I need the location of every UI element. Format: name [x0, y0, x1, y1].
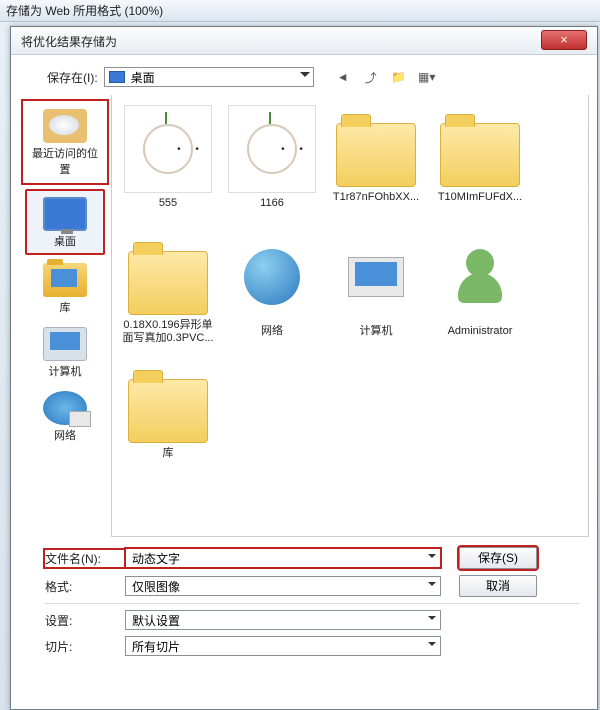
- file-name: 0.18X0.196异形单面写真加0.3PVC...: [118, 319, 218, 345]
- slices-value: 所有切片: [132, 638, 180, 655]
- file-item[interactable]: 555: [116, 101, 220, 229]
- settings-combo[interactable]: 默认设置: [125, 610, 441, 630]
- save-button[interactable]: 保存(S): [459, 547, 537, 569]
- filename-label: 文件名(N):: [45, 550, 125, 567]
- sidebar-item-label: 桌面: [29, 233, 101, 249]
- format-value: 仅限图像: [132, 578, 180, 595]
- file-item[interactable]: T1r87nFOhbXX...: [324, 101, 428, 229]
- chevron-down-icon: [300, 72, 310, 82]
- cancel-button[interactable]: 取消: [459, 575, 537, 597]
- settings-label: 设置:: [45, 612, 125, 629]
- sidebar-item-network[interactable]: 网络: [25, 385, 105, 447]
- chevron-down-icon: [428, 642, 436, 650]
- file-name: 555: [118, 197, 218, 210]
- filename-input[interactable]: 动态文字: [125, 548, 441, 568]
- places-sidebar: 最近访问的位置 桌面 库 计算机: [19, 95, 111, 537]
- network-icon: [43, 391, 87, 425]
- file-name: 库: [118, 447, 218, 460]
- file-name: T10MImFUFdX...: [430, 191, 530, 204]
- file-item[interactable]: 网络: [220, 229, 324, 357]
- folder-icon: [128, 379, 208, 443]
- save-in-label: 保存在(I):: [47, 69, 98, 86]
- chevron-down-icon: [428, 582, 436, 590]
- chevron-down-icon: [428, 616, 436, 624]
- parent-window-title: 存储为 Web 所用格式 (100%): [0, 0, 600, 22]
- file-item[interactable]: Administrator: [428, 229, 532, 357]
- recent-icon: [43, 109, 87, 143]
- image-thumb-icon: [247, 124, 297, 174]
- sidebar-item-label: 计算机: [27, 363, 103, 379]
- folder-icon: [336, 123, 416, 187]
- file-name: T1r87nFOhbXX...: [326, 191, 426, 204]
- save-in-value: 桌面: [131, 69, 155, 86]
- sidebar-item-libraries[interactable]: 库: [25, 257, 105, 319]
- computer-icon: [43, 327, 87, 361]
- desktop-icon: [43, 197, 87, 231]
- dialog-title: 将优化结果存储为: [21, 33, 117, 50]
- file-item[interactable]: 计算机: [324, 229, 428, 357]
- up-icon[interactable]: ⤴: [362, 68, 380, 86]
- sidebar-item-label: 最近访问的位置: [27, 145, 103, 177]
- file-item[interactable]: 库: [116, 357, 220, 485]
- settings-value: 默认设置: [132, 612, 180, 629]
- image-thumb-icon: [143, 124, 193, 174]
- file-name: 计算机: [326, 325, 426, 338]
- sidebar-item-label: 库: [27, 299, 103, 315]
- file-name: 网络: [222, 325, 322, 338]
- filename-value: 动态文字: [132, 550, 180, 567]
- file-name: Administrator: [430, 325, 530, 338]
- sidebar-item-recent[interactable]: 最近访问的位置: [25, 103, 105, 181]
- file-list[interactable]: 555 1166 T1r87nFOhbXX... T10MImFUFdX...: [111, 95, 589, 537]
- close-button[interactable]: ×: [541, 30, 587, 50]
- save-dialog: 将优化结果存储为 × 保存在(I): 桌面 ◄ ⤴ 📁 ▦▾: [10, 26, 598, 710]
- sidebar-item-desktop[interactable]: 桌面: [25, 189, 105, 255]
- file-name: 1166: [222, 197, 322, 210]
- new-folder-icon[interactable]: 📁: [390, 68, 408, 86]
- format-combo[interactable]: 仅限图像: [125, 576, 441, 596]
- sidebar-item-computer[interactable]: 计算机: [25, 321, 105, 383]
- libraries-icon: [43, 263, 87, 297]
- chevron-down-icon: [428, 554, 436, 562]
- user-icon: [456, 249, 504, 305]
- file-item[interactable]: 1166: [220, 101, 324, 229]
- desktop-icon: [109, 71, 125, 83]
- folder-icon: [440, 123, 520, 187]
- view-menu-icon[interactable]: ▦▾: [418, 68, 436, 86]
- format-label: 格式:: [45, 578, 125, 595]
- slices-combo[interactable]: 所有切片: [125, 636, 441, 656]
- save-in-combo[interactable]: 桌面: [104, 67, 314, 87]
- sidebar-item-label: 网络: [27, 427, 103, 443]
- file-item[interactable]: T10MImFUFdX...: [428, 101, 532, 229]
- network-icon: [244, 249, 300, 305]
- computer-icon: [348, 257, 404, 297]
- slices-label: 切片:: [45, 638, 125, 655]
- folder-icon: [128, 251, 208, 315]
- file-item[interactable]: 0.18X0.196异形单面写真加0.3PVC...: [116, 229, 220, 357]
- back-icon[interactable]: ◄: [334, 68, 352, 86]
